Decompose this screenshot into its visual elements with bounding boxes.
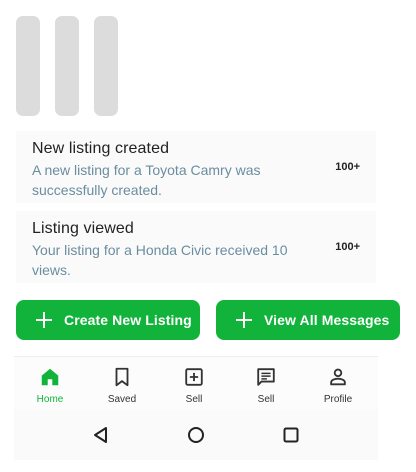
notification-body: A new listing for a Toyota Camry was suc… [32,162,261,198]
notification-count: 100+ [335,161,360,173]
person-icon [330,368,346,386]
system-navigation-bar [14,410,378,460]
plus-icon [36,312,52,328]
placeholder-bars [16,16,118,116]
nav-item-sell[interactable]: Sell [158,357,230,410]
notification-body: Your listing for a Honda Civic received … [32,242,288,278]
notification-count: 100+ [335,241,360,253]
create-listing-button[interactable]: Create New Listing [16,300,200,340]
notification-card[interactable]: Listing viewed Your listing for a Honda … [16,211,376,283]
view-messages-button[interactable]: View All Messages [216,300,400,340]
create-listing-label: Create New Listing [64,312,192,328]
recents-icon[interactable] [281,425,301,445]
placeholder-bar [55,16,79,116]
notification-card[interactable]: New listing created A new listing for a … [16,131,376,203]
home-icon [41,368,59,386]
nav-item-profile[interactable]: Profile [302,357,374,410]
nav-item-saved[interactable]: Saved [86,357,158,410]
notification-title: Listing viewed [32,220,134,237]
bottom-navigation: Home Saved Sell Sell Profile [14,356,378,410]
nav-item-home[interactable]: Home [14,357,86,410]
placeholder-bar [16,16,40,116]
view-messages-label: View All Messages [264,312,390,328]
nav-label: Sell [185,394,203,405]
message-icon [257,368,275,386]
nav-label: Profile [323,394,353,405]
nav-item-messages[interactable]: Sell [230,357,302,410]
plus-square-icon [185,368,203,386]
bookmark-icon [115,367,129,387]
back-icon[interactable] [91,425,111,445]
plus-icon [236,312,252,328]
nav-label: Saved [107,394,137,405]
home-circle-icon[interactable] [186,425,206,445]
nav-label: Home [36,394,64,405]
placeholder-bar [94,16,118,116]
notification-title: New listing created [32,140,170,157]
nav-label: Sell [257,394,275,405]
